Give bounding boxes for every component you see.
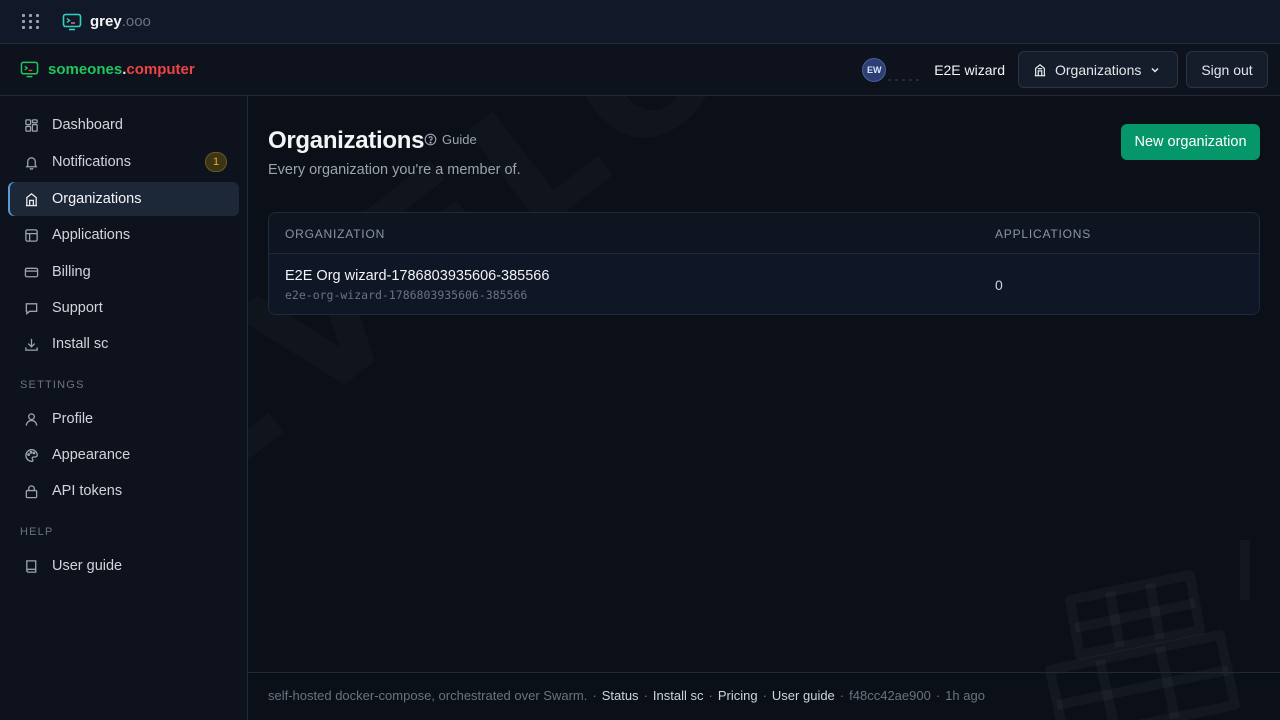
sidebar-item-label: Billing xyxy=(52,264,91,280)
column-header-organization: ORGANIZATION xyxy=(285,227,386,241)
notification-count-badge: 1 xyxy=(205,152,227,172)
book-icon xyxy=(23,558,39,574)
page-subtitle: Every organization you're a member of. xyxy=(268,162,521,178)
avatar-status-line xyxy=(886,69,922,80)
app-brand-name: someones.computer xyxy=(48,61,195,78)
download-icon xyxy=(23,336,39,352)
sidebar-item-notifications[interactable]: Notifications 1 xyxy=(8,145,239,179)
sidebar-item-label: User guide xyxy=(52,558,123,574)
sidebar-item-label: Applications xyxy=(52,227,131,243)
footer-text: self-hosted docker-compose, orchestrated… xyxy=(268,688,588,703)
sidebar-item-api-tokens[interactable]: API tokens xyxy=(8,474,239,508)
guide-label: Guide xyxy=(442,132,477,147)
application-count: 0 xyxy=(995,277,1003,293)
sign-out-button[interactable]: Sign out xyxy=(1186,51,1268,88)
organizations-table: ORGANIZATION APPLICATIONS E2E Org wizard… xyxy=(268,212,1260,315)
sidebar-item-label: Notifications xyxy=(52,154,131,170)
user-name: E2E wizard xyxy=(934,61,1005,78)
building-icon xyxy=(23,191,39,207)
building-icon xyxy=(1034,63,1046,76)
footer-divider xyxy=(248,672,1280,673)
organization-name[interactable]: E2E Org wizard-1786803935606-385566 xyxy=(285,268,549,284)
footer-link-install-sc[interactable]: Install sc xyxy=(653,688,704,703)
table-header: ORGANIZATION APPLICATIONS xyxy=(269,213,1259,254)
table-row[interactable]: E2E Org wizard-1786803935606-385566 e2e-… xyxy=(269,254,1259,314)
organization-slug: e2e-org-wizard-1786803935606-385566 xyxy=(285,288,528,302)
sidebar-item-support[interactable]: Support xyxy=(8,291,239,325)
help-circle-icon xyxy=(424,133,437,146)
credit-card-icon xyxy=(23,264,39,280)
sidebar-item-label: Profile xyxy=(52,411,94,427)
main-content: Organizations Guide Every organization y… xyxy=(248,96,1280,720)
sidebar-item-label: Organizations xyxy=(52,191,142,207)
layout-icon xyxy=(23,227,39,243)
settings-heading: SETTINGS xyxy=(20,379,85,391)
page-title: Organizations xyxy=(268,127,425,154)
footer-link-user-guide[interactable]: User guide xyxy=(772,688,835,703)
sidebar-item-organizations[interactable]: Organizations xyxy=(8,182,239,216)
sidebar-item-label: Appearance xyxy=(52,447,131,463)
guide-link[interactable]: Guide xyxy=(424,132,477,147)
grey-brand[interactable]: grey.ooo xyxy=(62,13,151,31)
sidebar-item-dashboard[interactable]: Dashboard xyxy=(8,108,239,142)
sidebar: Dashboard Notifications 1 Organizations … xyxy=(0,96,248,720)
column-header-applications: APPLICATIONS xyxy=(995,227,1092,241)
footer-link-pricing[interactable]: Pricing xyxy=(718,688,758,703)
sidebar-item-appearance[interactable]: Appearance xyxy=(8,438,239,472)
sidebar-item-label: API tokens xyxy=(52,483,123,499)
avatar[interactable]: EW xyxy=(862,57,887,82)
sidebar-item-billing[interactable]: Billing xyxy=(8,255,239,289)
user-icon xyxy=(23,411,39,427)
app-brand[interactable]: someones.computer xyxy=(20,61,195,78)
sidebar-item-label: Dashboard xyxy=(52,117,123,133)
sidebar-item-install-sc[interactable]: Install sc xyxy=(8,327,239,361)
lock-icon xyxy=(23,483,39,499)
help-heading: HELP xyxy=(20,526,54,538)
sidebar-item-label: Support xyxy=(52,300,103,316)
sidebar-item-user-guide[interactable]: User guide xyxy=(8,549,239,583)
top-bar: grey.ooo xyxy=(0,0,1280,44)
app-header: someones.computer EW E2E wizard Organiza… xyxy=(0,44,1280,96)
chat-icon xyxy=(23,300,39,316)
organization-switcher-label: Organizations xyxy=(1055,61,1142,78)
footer-link-status[interactable]: Status xyxy=(602,688,639,703)
sidebar-item-label: Install sc xyxy=(52,336,109,352)
terminal-monitor-icon xyxy=(20,61,39,78)
chevron-down-icon xyxy=(1151,67,1159,73)
palette-icon xyxy=(23,447,39,463)
bell-icon xyxy=(23,154,39,170)
new-organization-button[interactable]: New organization xyxy=(1121,124,1260,160)
footer: self-hosted docker-compose, orchestrated… xyxy=(268,688,985,703)
terminal-monitor-icon xyxy=(62,13,82,30)
app-launcher-icon[interactable] xyxy=(21,12,41,32)
organization-switcher[interactable]: Organizations xyxy=(1018,51,1178,88)
dashboard-icon xyxy=(23,117,39,133)
build-age: 1h ago xyxy=(945,688,985,703)
sidebar-item-applications[interactable]: Applications xyxy=(8,218,239,252)
commit-hash: f48cc42ae900 xyxy=(849,688,931,703)
sidebar-item-profile[interactable]: Profile xyxy=(8,402,239,436)
grey-brand-name: grey.ooo xyxy=(90,13,151,30)
